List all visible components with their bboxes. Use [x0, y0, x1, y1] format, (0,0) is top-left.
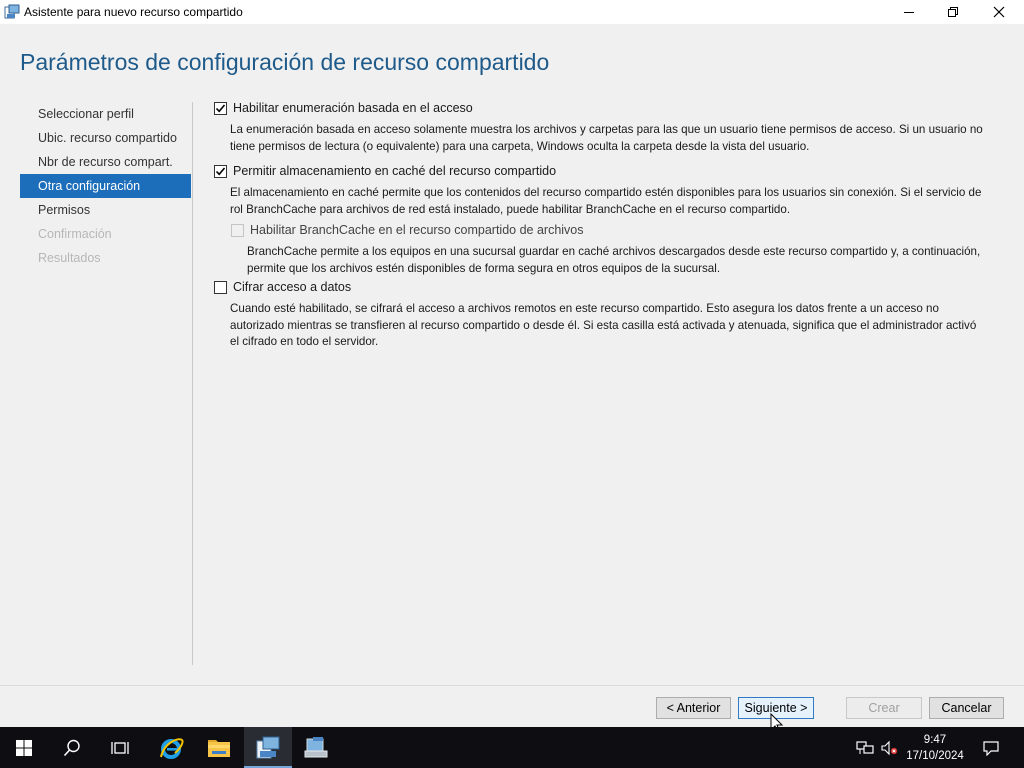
- branchcache-option: Habilitar BranchCache en el recurso comp…: [231, 223, 584, 237]
- caching-description: El almacenamiento en caché permite que l…: [230, 185, 1010, 218]
- caching-checkbox[interactable]: [214, 164, 227, 178]
- caching-option[interactable]: Permitir almacenamiento en caché del rec…: [214, 164, 556, 178]
- nav-item-share-name[interactable]: Nbr de recurso compart.: [20, 150, 191, 174]
- taskbar-server-manager[interactable]: [292, 727, 340, 768]
- abe-option[interactable]: Habilitar enumeración basada en el acces…: [214, 101, 473, 115]
- taskbar-internet-explorer[interactable]: [147, 727, 195, 768]
- wizard-app-icon: [4, 4, 20, 20]
- windows-logo-icon: [16, 739, 32, 756]
- search-icon: [63, 739, 80, 756]
- minimize-icon: [904, 12, 914, 13]
- title-bar: Asistente para nuevo recurso compartido: [0, 0, 1024, 24]
- start-button[interactable]: [0, 727, 48, 768]
- encrypt-label[interactable]: Cifrar acceso a datos: [233, 280, 351, 294]
- encrypt-description-line: autorizado mientras se transfieren al re…: [230, 318, 977, 332]
- branchcache-checkbox: [231, 223, 244, 237]
- nav-item-results: Resultados: [38, 251, 101, 265]
- abe-description: La enumeración basada en acceso solament…: [230, 122, 1010, 155]
- caching-label[interactable]: Permitir almacenamiento en caché del rec…: [233, 164, 556, 178]
- action-center-icon[interactable]: [982, 739, 1000, 757]
- nav-item-select-profile[interactable]: Seleccionar perfil: [20, 102, 191, 126]
- encrypt-description: Cuando esté habilitado, se cifrará el ac…: [230, 301, 1010, 351]
- minimize-button[interactable]: [886, 0, 932, 24]
- close-button[interactable]: [976, 0, 1022, 24]
- branchcache-description: BranchCache permite a los equipos en una…: [247, 244, 1012, 277]
- share-wizard-icon: [256, 736, 280, 758]
- restore-icon: [948, 7, 958, 17]
- checkmark-icon: [215, 103, 226, 112]
- task-view-icon: [111, 741, 129, 754]
- cancel-button[interactable]: Cancelar: [929, 697, 1004, 719]
- encrypt-checkbox[interactable]: [214, 280, 227, 294]
- abe-description-line: tiene permisos de lectura (o equivalente…: [230, 139, 810, 153]
- abe-checkbox[interactable]: [214, 101, 227, 115]
- abe-description-line: La enumeración basada en acceso solament…: [230, 123, 983, 136]
- page-title: Parámetros de configuración de recurso c…: [20, 49, 550, 75]
- nav-item-permissions[interactable]: Permisos: [20, 198, 191, 222]
- branchcache-description-line: permite que los archivos estén disponibl…: [247, 261, 721, 275]
- clock-time: 9:47: [923, 734, 947, 746]
- internet-explorer-icon: [160, 737, 184, 759]
- create-button: Crear: [846, 697, 922, 719]
- wizard-window: Parámetros de configuración de recurso c…: [0, 24, 1024, 685]
- restore-button[interactable]: [930, 0, 976, 24]
- nav-divider: [192, 102, 193, 665]
- caching-description-line: rol BranchCache para archivos de red est…: [230, 202, 791, 216]
- checkmark-icon: [215, 166, 226, 175]
- clock-date: 17/10/2024: [906, 750, 964, 762]
- abe-label[interactable]: Habilitar enumeración basada en el acces…: [233, 101, 473, 115]
- branchcache-label: Habilitar BranchCache en el recurso comp…: [250, 223, 584, 237]
- encrypt-option[interactable]: Cifrar acceso a datos: [214, 280, 351, 294]
- window-title: Asistente para nuevo recurso compartido: [24, 5, 243, 19]
- branchcache-description-line: BranchCache permite a los equipos en una…: [247, 245, 981, 258]
- taskbar: 9:47 17/10/2024: [0, 727, 1024, 768]
- volume-muted-icon[interactable]: [880, 739, 898, 757]
- taskbar-clock[interactable]: 9:47 17/10/2024: [902, 732, 968, 764]
- server-manager-icon: [304, 736, 328, 757]
- close-icon: [993, 6, 1005, 18]
- wizard-button-bar: < Anterior Siguiente > Crear Cancelar: [0, 685, 1024, 727]
- wizard-steps-nav: Seleccionar perfil Ubic. recurso compart…: [20, 102, 191, 270]
- network-icon[interactable]: [856, 739, 874, 757]
- nav-item-confirmation: Confirmación: [38, 227, 112, 241]
- folder-icon: [208, 739, 230, 757]
- encrypt-description-line: Cuando esté habilitado, se cifrará el ac…: [230, 302, 939, 315]
- search-button[interactable]: [48, 727, 96, 768]
- encrypt-description-line: el cifrado en todo el servidor.: [230, 335, 379, 348]
- nav-item-share-location[interactable]: Ubic. recurso compartido: [20, 126, 191, 150]
- caching-description-line: El almacenamiento en caché permite que l…: [230, 186, 982, 199]
- task-view-button[interactable]: [96, 727, 144, 768]
- nav-item-other-settings[interactable]: Otra configuración: [20, 174, 191, 198]
- taskbar-new-share-wizard[interactable]: [244, 727, 292, 768]
- taskbar-file-explorer[interactable]: [195, 727, 243, 768]
- previous-button[interactable]: < Anterior: [656, 697, 731, 719]
